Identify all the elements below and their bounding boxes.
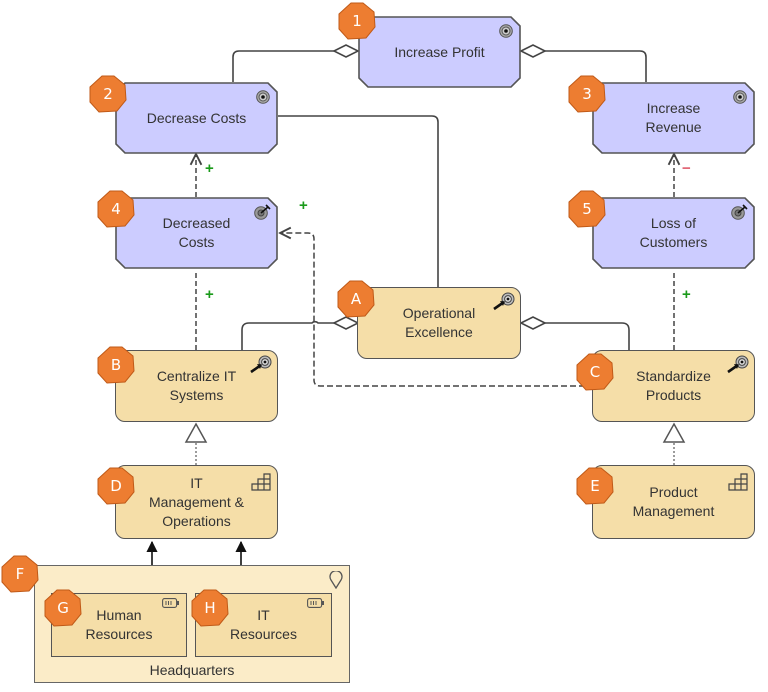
resource-battery-icon [307, 598, 324, 608]
outcome-target-arrow-icon [254, 204, 271, 220]
goal-label: Decrease Costs [146, 109, 247, 126]
goal-label: Increase Revenue [645, 100, 702, 135]
aggregation-B-to-A[interactable] [241, 320, 334, 350]
badge-A: A [337, 280, 375, 318]
badge-H: H [191, 589, 229, 627]
goal-increase-revenue[interactable]: Increase Revenue [592, 82, 755, 154]
influence-sign-4-to-2: + [205, 160, 214, 177]
course-of-action-label: Operational Excellence [402, 305, 476, 340]
badge-D: D [97, 467, 135, 505]
badge-3: 3 [568, 75, 606, 113]
goal-target-icon [733, 90, 747, 104]
influence-sign-C-to-5: + [682, 286, 691, 303]
goal-label: Increase Profit [394, 43, 485, 60]
course-of-action-icon [727, 355, 749, 374]
badge-E: E [576, 467, 614, 505]
capability-product-management[interactable]: Product Management [592, 465, 755, 539]
outcome-label: Decreased Costs [162, 215, 231, 250]
realization-triangle-E-to-C [662, 422, 686, 443]
goal-target-icon [256, 90, 270, 104]
resource-label: Human Resources [85, 607, 153, 642]
aggregation-diamond-2-to-1 [332, 44, 360, 58]
aggregation-2-to-1[interactable] [232, 50, 334, 82]
course-of-action-label: Standardize Products [636, 368, 711, 403]
realization-triangle-D-to-B [184, 422, 208, 443]
badge-C: C [576, 353, 614, 391]
course-of-action-icon [493, 292, 515, 311]
aggregation-diamond-C-to-A [519, 316, 547, 330]
course-of-action-standardize-products[interactable]: Standardize Products [592, 350, 755, 422]
capability-icon [251, 473, 271, 491]
capability-it-management-operations[interactable]: IT Management & Operations [115, 465, 278, 539]
influence-sign-C-to-4: + [299, 197, 308, 214]
course-of-action-centralize-it-systems[interactable]: Centralize IT Systems [115, 350, 278, 422]
outcome-decreased-costs[interactable]: Decreased Costs [115, 197, 278, 269]
badge-2: 2 [89, 75, 127, 113]
goal-increase-profit[interactable]: Increase Profit [358, 16, 521, 88]
badge-4: 4 [97, 190, 135, 228]
capability-label: Product Management [632, 484, 715, 519]
influence-sign-5-to-3: − [682, 160, 691, 177]
aggregation-C-to-A[interactable] [545, 322, 630, 350]
badge-G: G [44, 589, 82, 627]
location-pin-icon [329, 571, 343, 589]
aggregation-diamond-3-to-1 [519, 44, 547, 58]
badge-B: B [97, 346, 135, 384]
aggregation-diamond-B-to-A [332, 316, 360, 330]
influence-sign-B-to-4: + [205, 286, 214, 303]
location-label: Headquarters [149, 662, 235, 678]
outcome-target-arrow-icon [731, 204, 748, 220]
capability-icon [728, 473, 748, 491]
course-of-action-icon [250, 355, 272, 374]
course-of-action-label: Centralize IT Systems [156, 368, 237, 403]
capability-label: IT Management & Operations [149, 474, 244, 529]
resource-battery-icon [162, 598, 179, 608]
goal-target-icon [499, 24, 513, 38]
outcome-loss-of-customers[interactable]: Loss of Customers [592, 197, 755, 269]
badge-5: 5 [568, 190, 606, 228]
badge-1: 1 [338, 2, 376, 40]
course-of-action-operational-excellence[interactable]: Operational Excellence [357, 287, 521, 359]
badge-F: F [1, 555, 39, 593]
goal-decrease-costs[interactable]: Decrease Costs [115, 82, 278, 154]
outcome-label: Loss of Customers [639, 215, 708, 250]
